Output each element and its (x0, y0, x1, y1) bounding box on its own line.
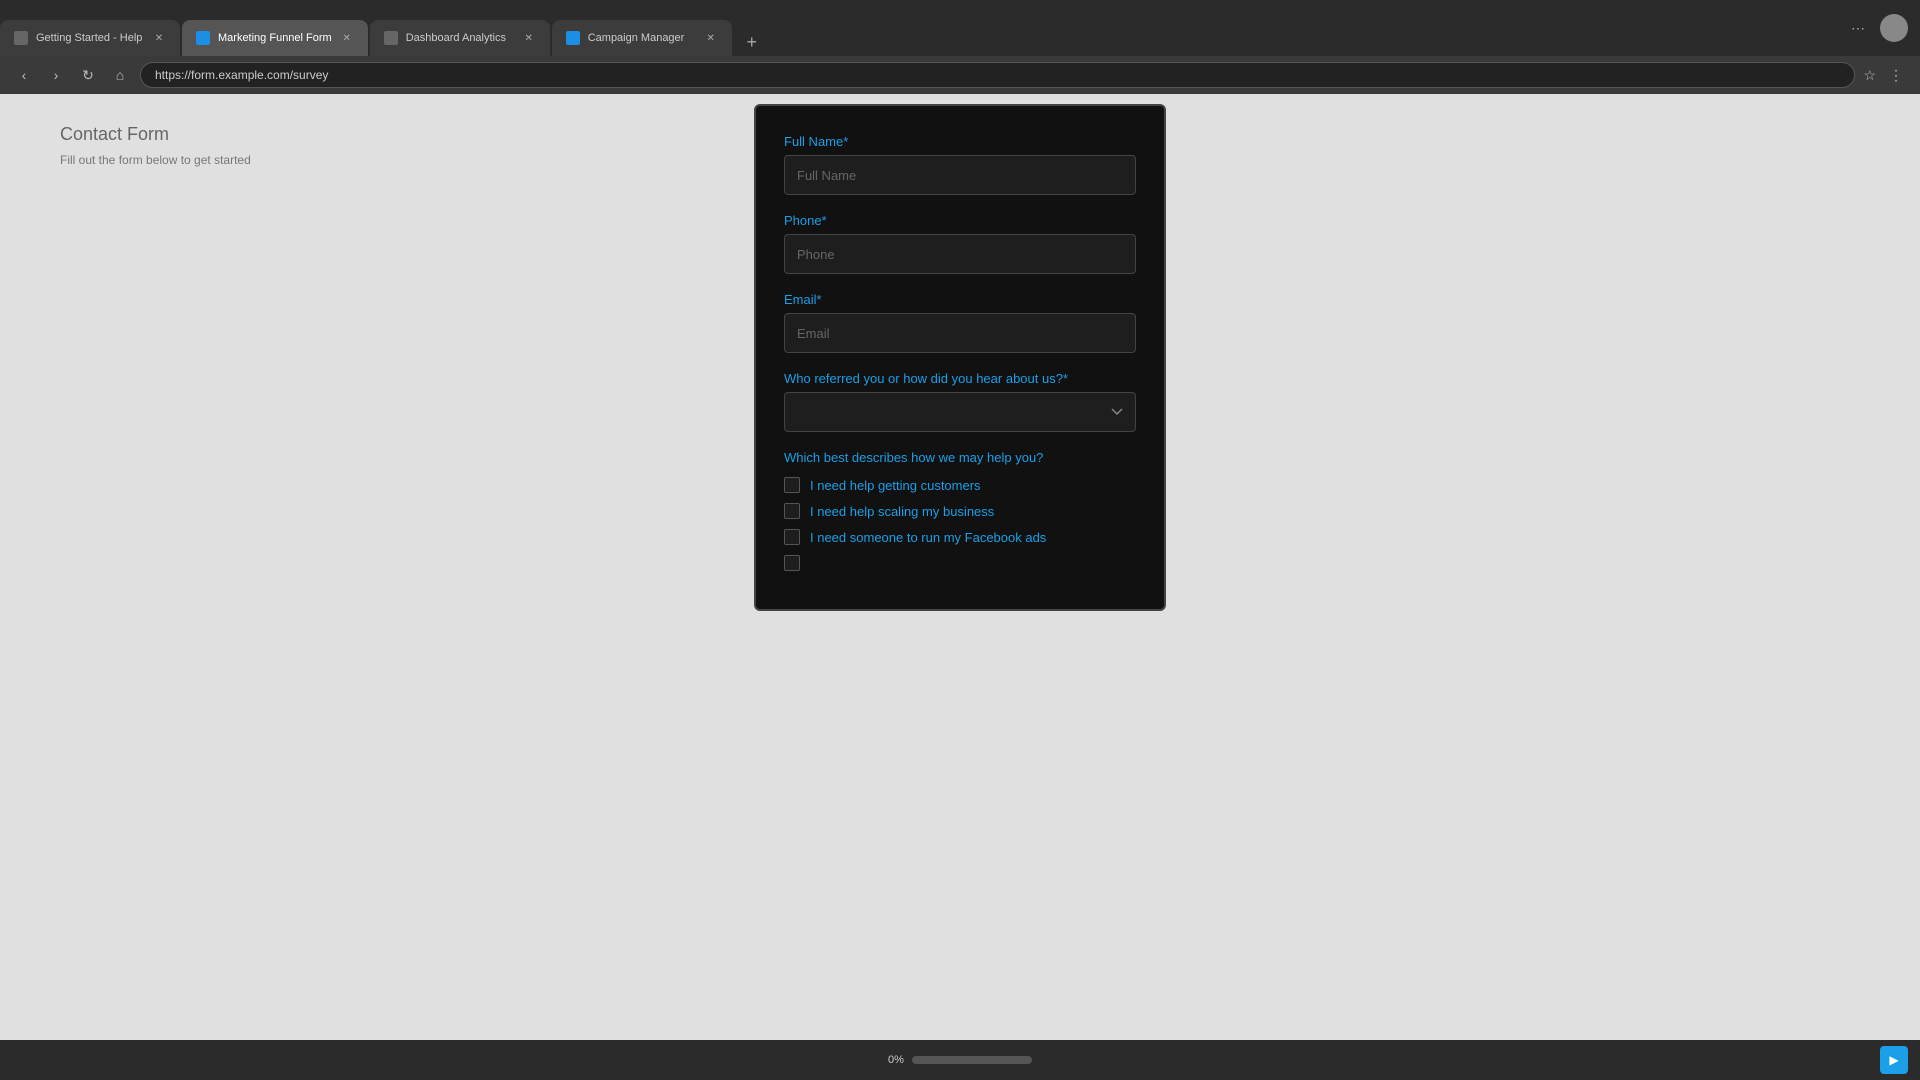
bottom-bar: 0% ▶ (0, 1040, 1920, 1080)
tab-3-favicon (384, 31, 398, 45)
bookmark-icon[interactable]: ☆ (1863, 67, 1876, 84)
tab-1-favicon (14, 31, 28, 45)
profile-avatar[interactable] (1880, 14, 1908, 42)
reload-button[interactable]: ↻ (76, 63, 100, 87)
tab-2-close[interactable]: ✕ (340, 31, 354, 45)
add-tab-button[interactable]: + (738, 28, 766, 56)
checkbox-facebook-ads-label[interactable]: I need someone to run my Facebook ads (810, 530, 1046, 545)
tab-2-title: Marketing Funnel Form (218, 32, 332, 44)
referral-group: Who referred you or how did you hear abo… (784, 371, 1136, 432)
checkbox-customers-label[interactable]: I need help getting customers (810, 478, 981, 493)
tab-1[interactable]: Getting Started - Help ✕ (0, 20, 180, 56)
minimize-button[interactable]: ⋯ (1844, 14, 1872, 42)
referral-label: Who referred you or how did you hear abo… (784, 371, 1136, 386)
phone-input[interactable] (784, 234, 1136, 274)
referral-select[interactable]: Friend / Referral Google Search Facebook… (784, 392, 1136, 432)
progress-container: 0% (888, 1054, 1032, 1066)
phone-label: Phone* (784, 213, 1136, 228)
home-button[interactable]: ⌂ (108, 63, 132, 87)
help-question: Which best describes how we may help you… (784, 450, 1136, 465)
tab-4[interactable]: Campaign Manager ✕ (552, 20, 732, 56)
browser-chrome: Getting Started - Help ✕ Marketing Funne… (0, 0, 1920, 56)
checkbox-item-3: I need someone to run my Facebook ads (784, 529, 1136, 545)
background-content: Contact Form Fill out the form below to … (60, 124, 251, 167)
tab-4-favicon (566, 31, 580, 45)
checkbox-item-1: I need help getting customers (784, 477, 1136, 493)
tab-1-title: Getting Started - Help (36, 32, 144, 44)
tab-3-title: Dashboard Analytics (406, 32, 514, 44)
browser-tabs: Getting Started - Help ✕ Marketing Funne… (0, 0, 1832, 56)
email-group: Email* (784, 292, 1136, 353)
checkbox-facebook-ads[interactable] (784, 529, 800, 545)
tab-3-close[interactable]: ✕ (522, 31, 536, 45)
full-name-input[interactable] (784, 155, 1136, 195)
tab-4-title: Campaign Manager (588, 32, 696, 44)
tab-2[interactable]: Marketing Funnel Form ✕ (182, 20, 368, 56)
settings-icon[interactable]: ⋮ (1884, 63, 1908, 87)
checkbox-customers[interactable] (784, 477, 800, 493)
checkbox-item-4 (784, 555, 1136, 571)
form-card: Full Name* Phone* Email* Who referred yo… (754, 104, 1166, 611)
tab-4-close[interactable]: ✕ (704, 31, 718, 45)
tab-1-close[interactable]: ✕ (152, 31, 166, 45)
address-bar-row: ‹ › ↻ ⌂ ☆ ⋮ (0, 56, 1920, 94)
back-button[interactable]: ‹ (12, 63, 36, 87)
progress-label: 0% (888, 1054, 904, 1066)
help-options-group: Which best describes how we may help you… (784, 450, 1136, 571)
forward-button[interactable]: › (44, 63, 68, 87)
tab-3[interactable]: Dashboard Analytics ✕ (370, 20, 550, 56)
address-bar-input[interactable] (140, 62, 1855, 88)
checkbox-other[interactable] (784, 555, 800, 571)
checkbox-scaling-label[interactable]: I need help scaling my business (810, 504, 994, 519)
full-name-label: Full Name* (784, 134, 1136, 149)
checkbox-item-2: I need help scaling my business (784, 503, 1136, 519)
checkbox-scaling[interactable] (784, 503, 800, 519)
email-label: Email* (784, 292, 1136, 307)
full-name-group: Full Name* (784, 134, 1136, 195)
progress-bar-background (912, 1056, 1032, 1064)
browser-controls: ⋯ (1832, 14, 1920, 42)
email-input[interactable] (784, 313, 1136, 353)
phone-group: Phone* (784, 213, 1136, 274)
play-button[interactable]: ▶ (1880, 1046, 1908, 1074)
tab-2-favicon (196, 31, 210, 45)
page-content: Contact Form Fill out the form below to … (0, 94, 1920, 1040)
